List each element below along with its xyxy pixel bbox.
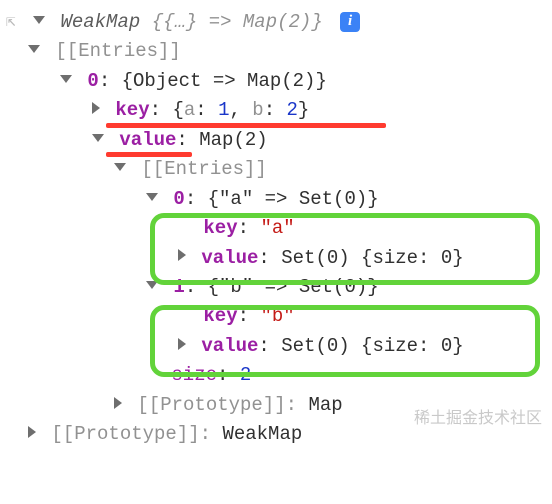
entry-0[interactable]: 0: {Object => Map(2)}	[6, 67, 546, 96]
info-icon[interactable]: i	[340, 12, 360, 32]
root-summary: {{…} => Map(2)}	[152, 11, 323, 33]
chevron-down-icon[interactable]	[92, 134, 104, 142]
chevron-right-icon[interactable]	[28, 426, 36, 438]
inner-entries-label: [[Entries]]	[141, 158, 266, 180]
entry-0-key[interactable]: key: {a: 1, b: 2}	[6, 96, 546, 125]
inner-prototype[interactable]: [[Prototype]]: Map	[6, 391, 546, 420]
console-root-line[interactable]: ⇱ WeakMap {{…} => Map(2)} i	[6, 8, 546, 37]
annotation-box	[150, 213, 540, 285]
chevron-down-icon[interactable]	[114, 163, 126, 171]
value-summary: Map(2)	[199, 129, 267, 151]
entry-index: 0	[87, 70, 98, 92]
chevron-down-icon[interactable]	[60, 75, 72, 83]
chevron-right-icon[interactable]	[114, 397, 122, 409]
key-label: key	[115, 99, 149, 121]
chevron-down-icon[interactable]	[146, 193, 158, 201]
outer-prototype[interactable]: [[Prototype]]: WeakMap	[6, 420, 546, 449]
inner-entry-0[interactable]: 0: {"a" => Set(0)}	[6, 185, 546, 214]
chevron-right-icon[interactable]	[92, 102, 100, 114]
value-label: value	[119, 129, 176, 151]
open-in-panel-icon[interactable]: ⇱	[6, 10, 16, 35]
entry-summary: {Object => Map(2)}	[122, 70, 327, 92]
root-type: WeakMap	[60, 11, 140, 33]
entries-node[interactable]: [[Entries]]	[6, 37, 546, 66]
entries-label: [[Entries]]	[55, 40, 180, 62]
chevron-down-icon[interactable]	[33, 16, 45, 24]
inner-entries[interactable]: [[Entries]]	[6, 155, 546, 184]
annotation-box	[150, 305, 540, 377]
chevron-down-icon[interactable]	[28, 45, 40, 53]
entry-0-value[interactable]: value: Map(2)	[6, 126, 546, 155]
